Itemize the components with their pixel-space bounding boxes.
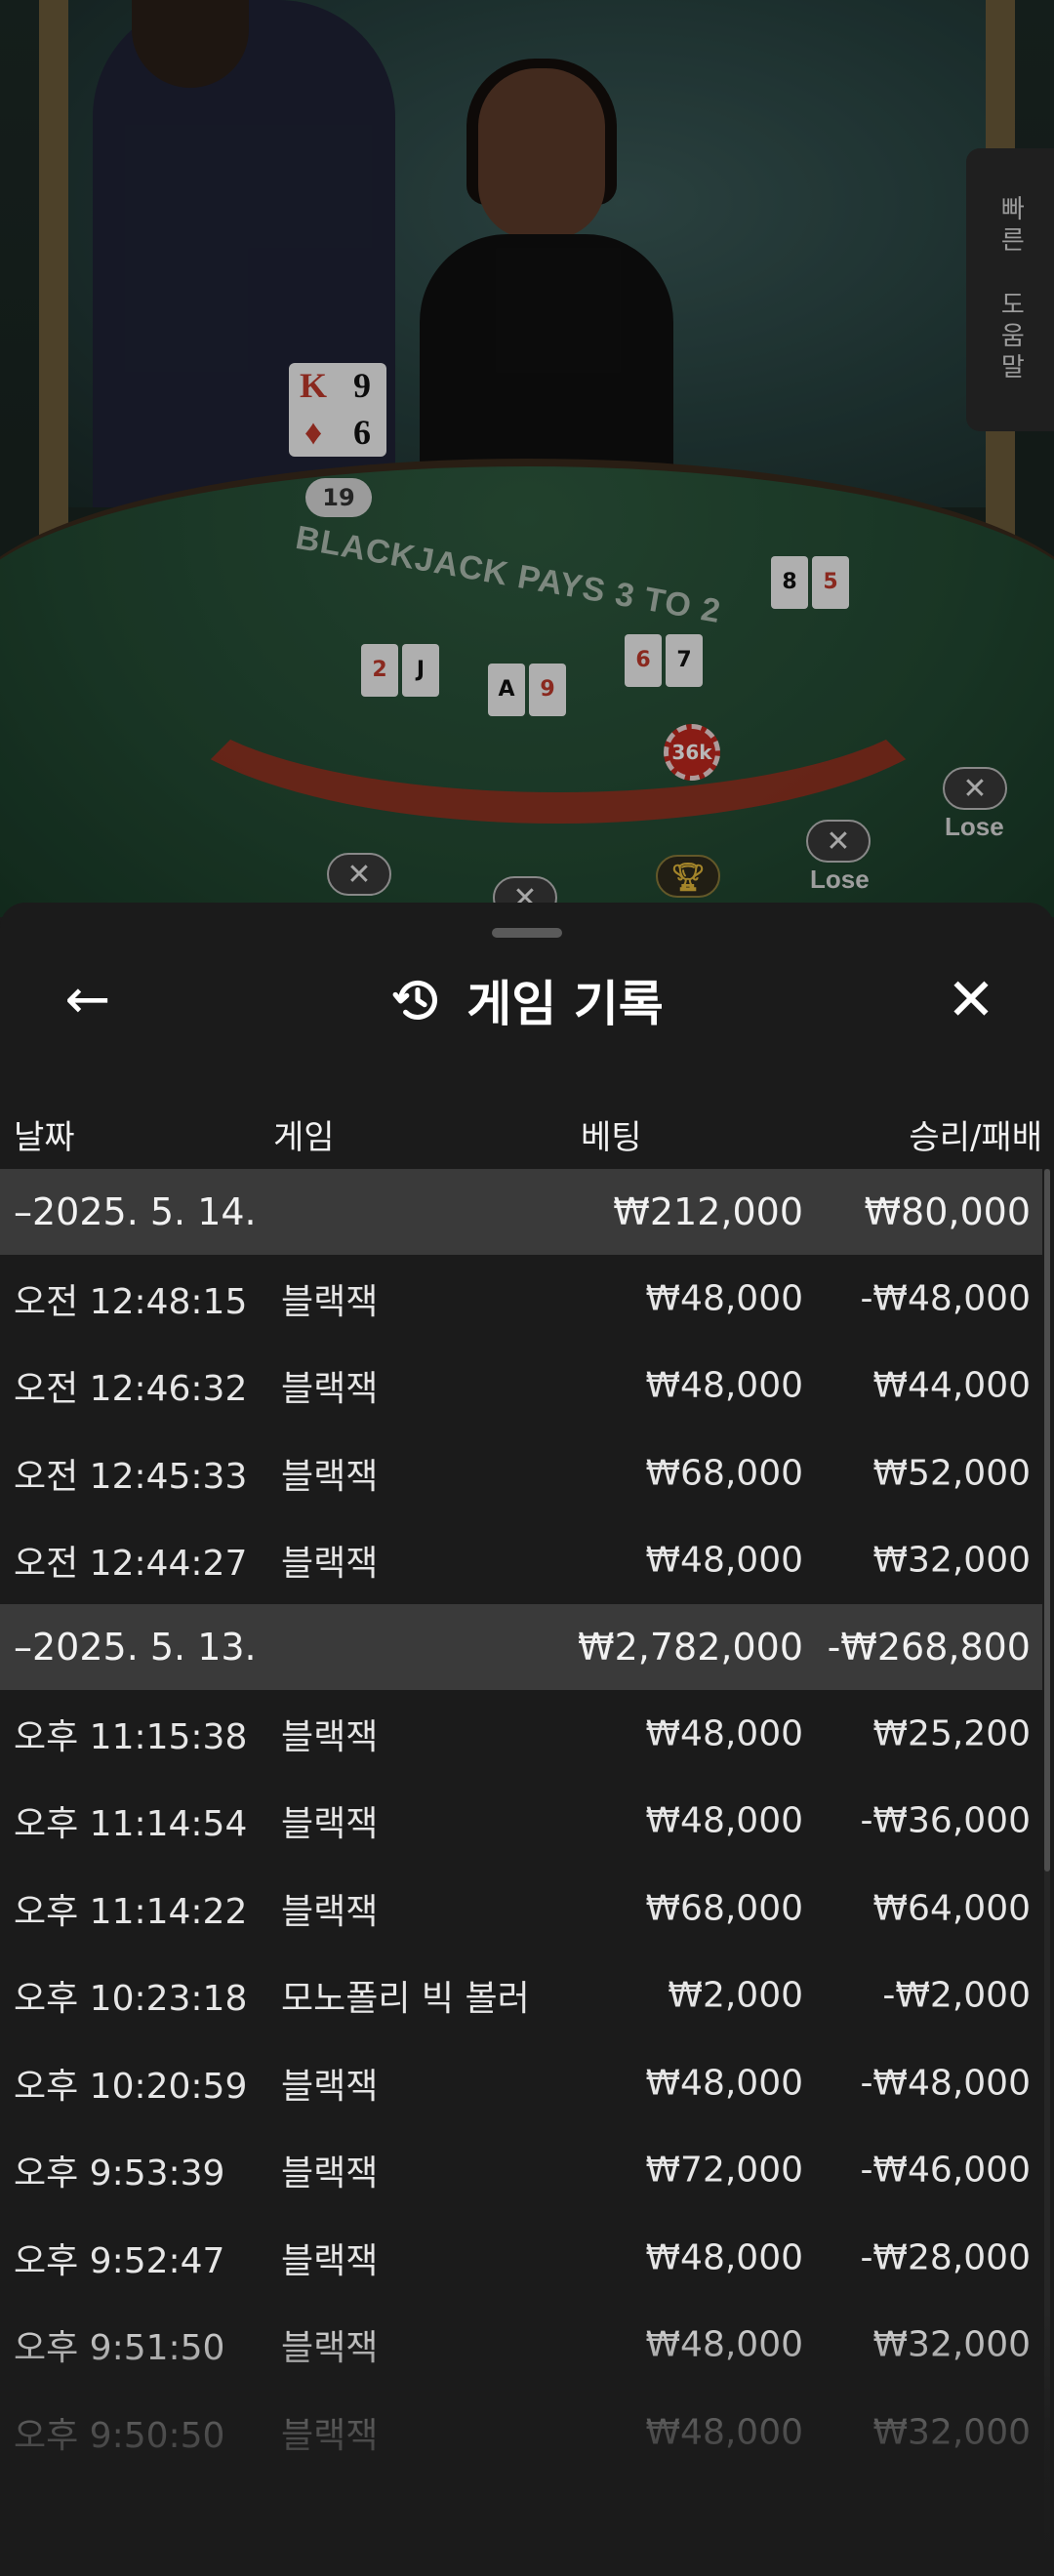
row-game: 블랙잭	[281, 2066, 379, 2107]
row-time: 오전 12:45:33	[14, 1456, 248, 1497]
group-date: –2025. 5. 14.	[14, 1190, 257, 1233]
row-result: -₩48,000	[860, 2063, 1031, 2104]
row-time: 오후 10:20:59	[14, 2066, 248, 2107]
row-time: 오후 11:14:22	[14, 1891, 248, 1932]
group-result-total: ₩80,000	[864, 1190, 1031, 1233]
page-title: 게임 기록	[466, 976, 664, 1032]
row-game: 블랙잭	[281, 2415, 379, 2456]
row-game: 블랙잭	[281, 1456, 379, 1497]
row-result: ₩64,000	[872, 1888, 1031, 1929]
row-bet: ₩2,000	[668, 1975, 803, 2016]
table-row[interactable]: 오전 12:44:27 블랙잭 ₩48,000 ₩32,000	[0, 1517, 1042, 1605]
group-date: –2025. 5. 13.	[14, 1626, 257, 1669]
row-bet: ₩48,000	[645, 1800, 803, 1841]
column-header-result: 승리/패배	[909, 1118, 1042, 1157]
history-list[interactable]: –2025. 5. 14. ₩212,000 ₩80,000 오전 12:48:…	[0, 1169, 1042, 2476]
row-game: 블랙잭	[281, 2153, 379, 2194]
row-result: -₩28,000	[860, 2237, 1031, 2278]
table-row[interactable]: 오후 10:20:59 블랙잭 ₩48,000 -₩48,000	[0, 2039, 1042, 2127]
row-time: 오후 9:52:47	[14, 2240, 225, 2281]
row-result: -₩2,000	[882, 1975, 1031, 2016]
group-bet-total: ₩212,000	[613, 1190, 803, 1233]
row-result: ₩44,000	[872, 1365, 1031, 1406]
row-game: 블랙잭	[281, 2240, 379, 2281]
row-bet: ₩48,000	[645, 2063, 803, 2104]
column-header-game: 게임	[273, 1118, 335, 1157]
row-bet: ₩48,000	[645, 2237, 803, 2278]
table-row[interactable]: 오후 11:15:38 블랙잭 ₩48,000 ₩25,200	[0, 1690, 1042, 1778]
group-result-total: -₩268,800	[827, 1626, 1031, 1669]
row-result: ₩32,000	[872, 2324, 1031, 2365]
table-row[interactable]: 오후 11:14:54 블랙잭 ₩48,000 -₩36,000	[0, 1778, 1042, 1866]
group-bet-total: ₩2,782,000	[578, 1626, 803, 1669]
row-result: -₩46,000	[860, 2150, 1031, 2191]
row-time: 오후 9:51:50	[14, 2328, 225, 2369]
row-bet: ₩68,000	[645, 1888, 803, 1929]
table-row[interactable]: 오전 12:48:15 블랙잭 ₩48,000 -₩48,000	[0, 1255, 1042, 1343]
row-time: 오후 11:15:38	[14, 1716, 248, 1757]
table-row[interactable]: 오후 9:50:50 블랙잭 ₩48,000 ₩32,000	[0, 2389, 1042, 2476]
row-bet: ₩48,000	[645, 1540, 803, 1581]
row-game: 블랙잭	[281, 1281, 379, 1322]
scene-dim-overlay	[0, 0, 1054, 917]
row-bet: ₩48,000	[645, 1278, 803, 1319]
row-time: 오후 10:23:18	[14, 1979, 248, 2020]
row-time: 오전 12:44:27	[14, 1544, 248, 1585]
row-result: -₩36,000	[860, 1800, 1031, 1841]
row-game: 모노폴리 빅 볼러	[281, 1979, 530, 2020]
row-bet: ₩48,000	[645, 2324, 803, 2365]
sheet-header: 게임 기록	[0, 961, 1054, 1039]
scrollbar-thumb[interactable]	[1044, 1169, 1050, 1872]
row-time: 오후 9:53:39	[14, 2153, 225, 2194]
row-time: 오전 12:46:32	[14, 1369, 248, 1410]
row-bet: ₩68,000	[645, 1453, 803, 1494]
row-bet: ₩48,000	[645, 1713, 803, 1754]
table-row[interactable]: 오전 12:46:32 블랙잭 ₩48,000 ₩44,000	[0, 1343, 1042, 1430]
table-row[interactable]: 오후 10:23:18 모노폴리 빅 볼러 ₩2,000 -₩2,000	[0, 1952, 1042, 2040]
table-header: 날짜 게임 베팅 승리/패배	[0, 1103, 1054, 1161]
row-bet: ₩48,000	[645, 2412, 803, 2453]
row-game: 블랙잭	[281, 1716, 379, 1757]
row-time: 오후 9:50:50	[14, 2415, 225, 2456]
column-header-bet: 베팅	[581, 1118, 642, 1157]
row-result: ₩32,000	[872, 2412, 1031, 2453]
close-icon[interactable]: ✕	[932, 961, 1010, 1039]
table-row[interactable]: 오후 11:14:22 블랙잭 ₩68,000 ₩64,000	[0, 1865, 1042, 1952]
row-game: 블랙잭	[281, 2328, 379, 2369]
table-row[interactable]: 오후 9:51:50 블랙잭 ₩48,000 ₩32,000	[0, 2302, 1042, 2390]
row-game: 블랙잭	[281, 1891, 379, 1932]
row-result: -₩48,000	[860, 1278, 1031, 1319]
table-row[interactable]: 오전 12:45:33 블랙잭 ₩68,000 ₩52,000	[0, 1429, 1042, 1517]
row-time: 오후 11:14:54	[14, 1804, 248, 1845]
row-result: ₩32,000	[872, 1540, 1031, 1581]
row-bet: ₩48,000	[645, 1365, 803, 1406]
row-game: 블랙잭	[281, 1544, 379, 1585]
row-game: 블랙잭	[281, 1369, 379, 1410]
row-time: 오전 12:48:15	[14, 1281, 248, 1322]
column-header-date: 날짜	[14, 1118, 75, 1157]
row-result: ₩52,000	[872, 1453, 1031, 1494]
date-group-header[interactable]: –2025. 5. 14. ₩212,000 ₩80,000	[0, 1169, 1042, 1255]
row-bet: ₩72,000	[645, 2150, 803, 2191]
row-result: ₩25,200	[872, 1713, 1031, 1754]
live-game-video: BLACKJACK PAYS 3 TO 2 2 J A 9 6 7 8 5 K …	[0, 0, 1054, 917]
sheet-drag-handle[interactable]	[492, 928, 562, 938]
table-row[interactable]: 오후 9:52:47 블랙잭 ₩48,000 -₩28,000	[0, 2214, 1042, 2302]
date-group-header[interactable]: –2025. 5. 13. ₩2,782,000 -₩268,800	[0, 1604, 1042, 1690]
row-game: 블랙잭	[281, 1804, 379, 1845]
table-row[interactable]: 오후 9:53:39 블랙잭 ₩72,000 -₩46,000	[0, 2127, 1042, 2215]
history-icon	[392, 980, 438, 1021]
game-history-sheet: ← 게임 기록 ✕ 날짜 게임 베팅 승리/패배 –2025. 5. 14. ₩…	[0, 903, 1054, 2576]
